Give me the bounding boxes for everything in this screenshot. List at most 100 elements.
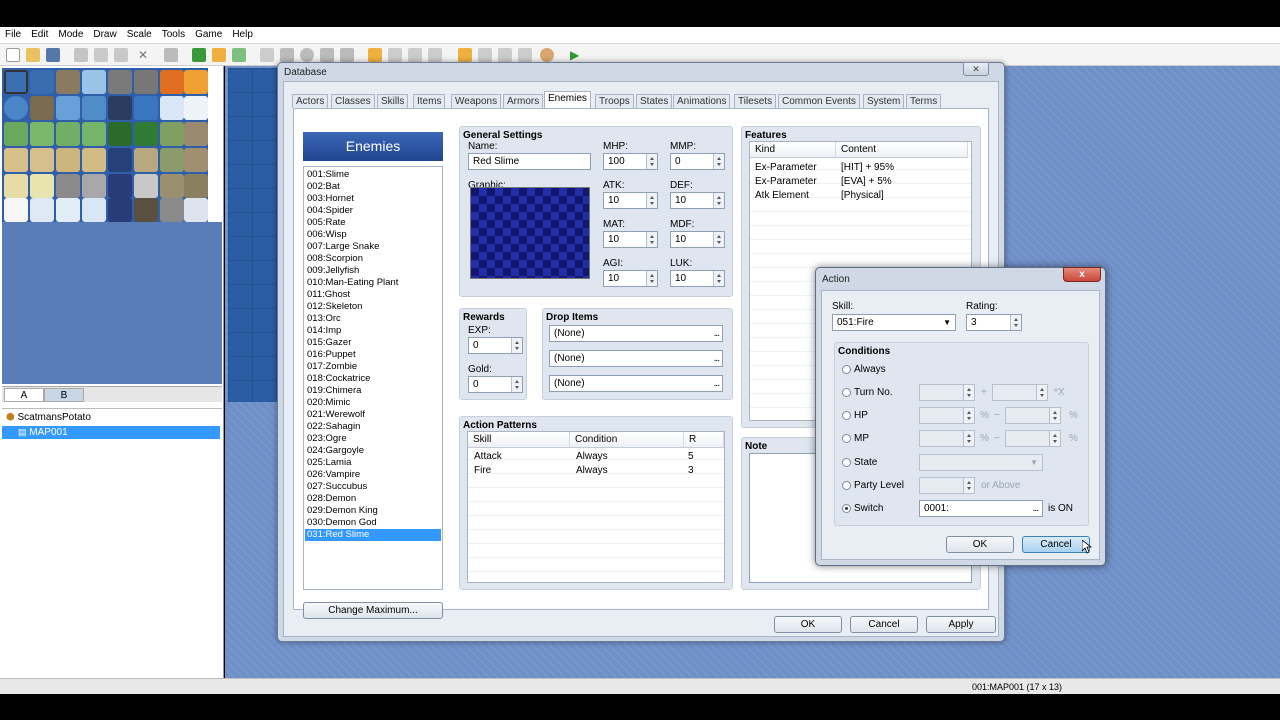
spin-arrows-icon[interactable] [646, 154, 657, 169]
list-item[interactable]: 019:Chimera [305, 385, 441, 397]
tab-enemies[interactable]: Enemies [544, 91, 591, 108]
table-cell[interactable]: Atk Element [755, 190, 809, 201]
menu-scale[interactable]: Scale [122, 27, 157, 40]
tile-hole[interactable] [108, 96, 132, 120]
tile-field[interactable] [82, 122, 106, 146]
tile-deep-water[interactable] [30, 70, 54, 94]
tile-boulder[interactable] [108, 70, 132, 94]
ellipsis-icon[interactable]: ... [714, 351, 720, 366]
tile-rock-cluster[interactable] [160, 198, 184, 222]
tile-crag-2[interactable] [184, 174, 208, 198]
spin-arrows-icon[interactable] [1049, 431, 1060, 446]
database-apply-button[interactable]: Apply [926, 616, 996, 633]
playtest-icon[interactable]: ▶ [570, 48, 584, 62]
atk-stepper[interactable]: 10 [603, 192, 658, 209]
list-item[interactable]: 026:Vampire [305, 469, 441, 481]
tile-snow-drift[interactable] [30, 198, 54, 222]
list-item[interactable]: 010:Man-Eating Plant [305, 277, 441, 289]
tile-dirt[interactable] [4, 148, 28, 172]
menu-mode[interactable]: Mode [53, 27, 88, 40]
tab-troops[interactable]: Troops [595, 94, 634, 108]
table-cell[interactable]: Ex-Parameter [755, 176, 817, 187]
tile-rock-pile[interactable] [134, 148, 158, 172]
tile-pond[interactable] [4, 96, 28, 120]
tile-mountain[interactable] [184, 122, 208, 146]
zoom-quarter-icon[interactable] [408, 48, 422, 62]
party-level-stepper[interactable] [919, 477, 975, 494]
mp-max-stepper[interactable] [1005, 430, 1061, 447]
enemy-name-field[interactable]: Red Slime [468, 153, 591, 170]
spin-arrows-icon[interactable] [646, 193, 657, 208]
database-icon[interactable] [458, 48, 472, 62]
drop-item-2[interactable]: (None)... [549, 350, 723, 367]
def-stepper[interactable]: 10 [670, 192, 725, 209]
paste-icon[interactable] [114, 48, 128, 62]
list-item[interactable]: 012:Skeleton [305, 301, 441, 313]
rating-stepper[interactable]: 3 [966, 314, 1022, 331]
fill-icon[interactable] [320, 48, 334, 62]
tab-classes[interactable]: Classes [331, 94, 375, 108]
list-item[interactable]: 005:Rate [305, 217, 441, 229]
menu-file[interactable]: File [0, 27, 26, 40]
spin-arrows-icon[interactable] [713, 193, 724, 208]
list-item[interactable]: 017:Zombie [305, 361, 441, 373]
database-cancel-button[interactable]: Cancel [850, 616, 918, 633]
tile-pine[interactable] [134, 122, 158, 146]
drop-item-3[interactable]: (None)... [549, 375, 723, 392]
tile-sand[interactable] [30, 148, 54, 172]
save-project-icon[interactable] [46, 48, 60, 62]
list-item[interactable]: 011:Ghost [305, 289, 441, 301]
sound-test-icon[interactable] [518, 48, 532, 62]
spin-arrows-icon[interactable] [1010, 315, 1021, 330]
enemy-graphic-preview[interactable] [470, 187, 590, 279]
cut-icon[interactable] [74, 48, 88, 62]
radio-mp[interactable] [842, 434, 851, 443]
action-cancel-button[interactable]: Cancel [1022, 536, 1090, 553]
list-item[interactable]: 018:Cockatrice [305, 373, 441, 385]
tab-actors[interactable]: Actors [292, 94, 329, 108]
list-item[interactable]: 004:Spider [305, 205, 441, 217]
shadow-pen-icon[interactable] [340, 48, 354, 62]
spin-arrows-icon[interactable] [963, 431, 974, 446]
list-item[interactable]: 015:Gazer [305, 337, 441, 349]
tile-snow-pine[interactable] [108, 198, 132, 222]
list-item[interactable]: 030:Demon God [305, 517, 441, 529]
agi-stepper[interactable]: 10 [603, 270, 658, 287]
spin-arrows-icon[interactable] [713, 154, 724, 169]
tile-desert[interactable] [56, 148, 80, 172]
tile-frost[interactable] [56, 198, 80, 222]
open-project-icon[interactable] [26, 48, 40, 62]
tab-states[interactable]: States [636, 94, 673, 108]
tile-rocks[interactable] [56, 70, 80, 94]
spin-arrows-icon[interactable] [646, 271, 657, 286]
rectangle-icon[interactable] [280, 48, 294, 62]
spin-arrows-icon[interactable] [511, 377, 522, 392]
turn-a-stepper[interactable] [919, 384, 975, 401]
table-cell[interactable]: Attack [474, 451, 502, 462]
map-mode-icon[interactable] [192, 48, 206, 62]
zoom-1x-icon[interactable] [368, 48, 382, 62]
table-cell[interactable]: [Physical] [841, 190, 884, 201]
pencil-icon[interactable] [260, 48, 274, 62]
list-item[interactable]: 024:Gargoyle [305, 445, 441, 457]
tile-crater[interactable] [134, 198, 158, 222]
tile-snow[interactable] [4, 198, 28, 222]
list-item[interactable]: 002:Bat [305, 181, 441, 193]
mat-stepper[interactable]: 10 [603, 231, 658, 248]
table-cell[interactable]: Fire [474, 465, 491, 476]
tab-animations[interactable]: Animations [673, 94, 731, 108]
tile-splash[interactable] [56, 96, 80, 120]
spin-arrows-icon[interactable] [1036, 385, 1047, 400]
zoom-half-icon[interactable] [388, 48, 402, 62]
region-mode-icon[interactable] [232, 48, 246, 62]
tile-grass[interactable] [4, 122, 28, 146]
tileset-palette[interactable] [2, 68, 208, 222]
spin-arrows-icon[interactable] [713, 271, 724, 286]
delete-icon[interactable]: ✕ [136, 48, 150, 62]
tab-weapons[interactable]: Weapons [451, 94, 502, 108]
table-cell[interactable]: 3 [688, 465, 694, 476]
tile-pale-sand[interactable] [30, 174, 54, 198]
tileset-tab-b[interactable]: B [44, 388, 84, 402]
tile-whirlpool[interactable] [82, 96, 106, 120]
tile-wasteland[interactable] [4, 174, 28, 198]
